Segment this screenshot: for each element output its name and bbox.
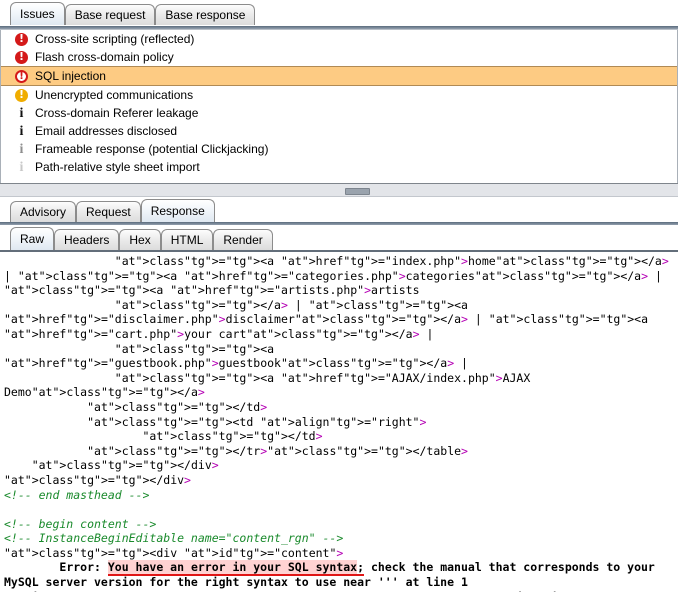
splitter-grip-icon[interactable] [345, 188, 370, 195]
tab-advisory[interactable]: Advisory [10, 201, 77, 222]
tab-response-label: Response [150, 204, 205, 218]
issue-row-selected[interactable]: ! SQL injection [1, 66, 677, 86]
exclamation-circle-red-icon: ! [15, 32, 28, 46]
tab-headers[interactable]: Headers [54, 229, 120, 250]
top-tab-strip: Issues Base request Base response [0, 0, 678, 26]
burp-suite-issue-viewer: Issues Base request Base response ! Cross-… [0, 0, 678, 604]
tab-request[interactable]: Request [76, 201, 141, 222]
issue-row[interactable]: i Path-relative style sheet import [1, 158, 677, 176]
issue-row[interactable]: i Email addresses disclosed [1, 122, 677, 140]
tab-render-label: Render [223, 233, 263, 247]
tab-raw[interactable]: Raw [10, 227, 55, 250]
issue-row[interactable]: ! Cross-site scripting (reflected) [1, 30, 677, 48]
tab-base-request-label: Base request [74, 8, 146, 22]
issue-label: Frameable response (potential Clickjacki… [35, 142, 269, 156]
tab-hex-label: Hex [129, 233, 151, 247]
issue-row[interactable]: i Cross-domain Referer leakage [1, 104, 677, 122]
tab-base-request[interactable]: Base request [64, 4, 156, 25]
issue-label: Flash cross-domain policy [35, 50, 174, 64]
tab-issues[interactable]: Issues [10, 2, 65, 25]
view-tab-strip: Raw Headers Hex HTML Render [0, 225, 678, 250]
info-icon: i [19, 159, 24, 175]
tab-hex[interactable]: Hex [119, 229, 161, 250]
info-icon: i [19, 123, 24, 139]
issue-label: SQL injection [35, 69, 106, 83]
tab-headers-label: Headers [64, 233, 110, 247]
exclamation-circle-orange-icon: ! [15, 88, 28, 102]
info-icon: i [19, 141, 24, 157]
tab-raw-label: Raw [20, 232, 45, 246]
info-icon: i [19, 105, 24, 121]
tab-advisory-label: Advisory [20, 205, 67, 219]
panel-splitter[interactable] [0, 183, 678, 197]
issue-row[interactable]: ! Flash cross-domain policy [1, 48, 677, 66]
tab-html[interactable]: HTML [160, 229, 214, 250]
tab-html-label: HTML [170, 233, 204, 247]
issue-label: Path-relative style sheet import [35, 160, 200, 174]
issue-label: Unencrypted communications [35, 88, 194, 102]
tab-response[interactable]: Response [140, 199, 215, 222]
tab-issues-label: Issues [20, 7, 55, 21]
issues-list[interactable]: ! Cross-site scripting (reflected) ! Fla… [0, 30, 678, 183]
tab-base-response-label: Base response [165, 8, 246, 22]
tab-render[interactable]: Render [213, 229, 273, 250]
tab-request-label: Request [86, 205, 131, 219]
exclamation-circle-red-icon: ! [15, 50, 28, 64]
tab-base-response[interactable]: Base response [155, 4, 256, 25]
issue-label: Email addresses disclosed [35, 124, 178, 138]
issue-label: Cross-site scripting (reflected) [35, 32, 195, 46]
response-raw-text[interactable]: "at">class"tg">="tg"><a "at">href"tg">="… [0, 252, 678, 592]
issue-row[interactable]: ! Unencrypted communications [1, 86, 677, 104]
issue-label: Cross-domain Referer leakage [35, 106, 199, 120]
detail-tab-strip: Advisory Request Response [0, 197, 678, 222]
exclamation-circle-outline-icon: ! [15, 69, 28, 83]
issue-row[interactable]: i Frameable response (potential Clickjac… [1, 140, 677, 158]
